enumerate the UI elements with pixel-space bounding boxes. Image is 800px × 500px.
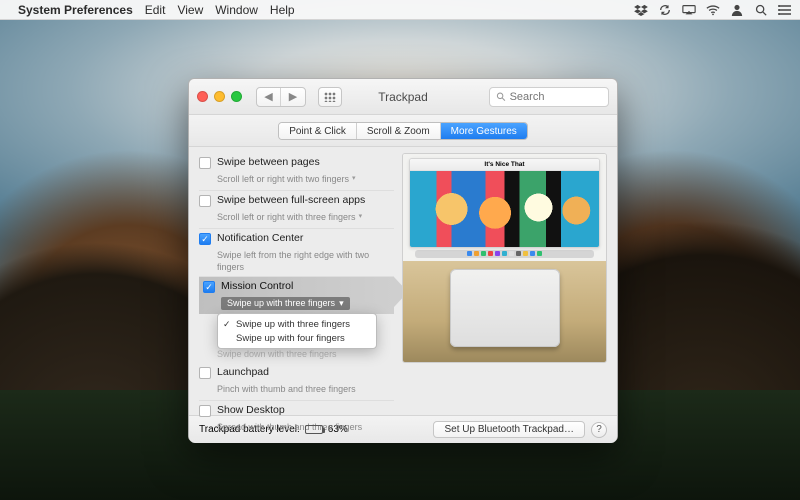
option-launchpad: Launchpad Pinch with thumb and three fin…: [199, 363, 394, 401]
option-title: Mission Control: [221, 280, 390, 293]
menu-item-four-fingers[interactable]: Swipe up with four fingers: [218, 331, 376, 345]
checkbox-mission-control[interactable]: ✓: [203, 281, 215, 293]
checkbox-launchpad[interactable]: [199, 367, 211, 379]
tab-more-gestures[interactable]: More Gestures: [441, 123, 527, 139]
checkbox-show-desktop[interactable]: [199, 405, 211, 417]
menu-edit[interactable]: Edit: [145, 3, 166, 17]
mission-control-dropdown[interactable]: Swipe up with three fingers▾: [221, 297, 350, 310]
search-icon: [496, 91, 506, 102]
option-title: Launchpad: [217, 366, 394, 379]
preview-trackpad: [450, 269, 560, 347]
notification-center-icon[interactable]: [778, 4, 792, 16]
option-show-desktop: Show Desktop Spread with thumb and three…: [199, 401, 394, 438]
gesture-preview: It's Nice That: [402, 153, 607, 409]
minimize-button[interactable]: [214, 91, 225, 102]
chevron-down-icon: ▾: [359, 211, 363, 223]
gesture-options: Swipe between pages Scroll left or right…: [199, 153, 394, 409]
option-notification-center: ✓ Notification Center Swipe left from th…: [199, 229, 394, 277]
chevron-down-icon: ▾: [339, 298, 344, 309]
nav-segment: ◀ ▶: [256, 87, 306, 107]
search-input[interactable]: [510, 91, 602, 103]
setup-bluetooth-trackpad-button[interactable]: Set Up Bluetooth Trackpad…: [433, 421, 585, 438]
option-title: Swipe between pages: [217, 156, 394, 169]
menu-help[interactable]: Help: [270, 3, 295, 17]
option-mission-control: ✓ Mission Control Swipe up with three fi…: [199, 277, 394, 314]
checkbox-swipe-between-pages[interactable]: [199, 157, 211, 169]
battery-icon: [305, 425, 323, 434]
sync-icon[interactable]: [658, 4, 672, 16]
user-icon[interactable]: [730, 4, 744, 16]
help-button[interactable]: ?: [591, 422, 607, 438]
prefs-window: ◀ ▶ Trackpad Point & Click Scroll & Zoom…: [188, 78, 618, 442]
tabs: Point & Click Scroll & Zoom More Gesture…: [278, 122, 528, 140]
option-title: Notification Center: [217, 232, 394, 245]
desktop-background: System Preferences Edit View Window Help: [0, 0, 800, 500]
checkbox-notification-center[interactable]: ✓: [199, 233, 211, 245]
spotlight-icon[interactable]: [754, 4, 768, 16]
option-swipe-between-apps: Swipe between full-screen apps Scroll le…: [199, 191, 394, 229]
search-field[interactable]: [489, 87, 609, 107]
menu-window[interactable]: Window: [215, 3, 258, 17]
preview-dock: [415, 250, 594, 258]
wifi-icon[interactable]: [706, 4, 720, 16]
tab-point-click[interactable]: Point & Click: [279, 123, 357, 139]
obscured-option-hint: Swipe down with three fingers: [217, 349, 394, 359]
menubar: System Preferences Edit View Window Help: [0, 0, 800, 20]
airplay-icon[interactable]: [682, 4, 696, 16]
menubar-app-title[interactable]: System Preferences: [18, 3, 133, 17]
titlebar[interactable]: ◀ ▶ Trackpad: [189, 79, 617, 115]
preview-window-title: It's Nice That: [410, 159, 599, 171]
close-button[interactable]: [197, 91, 208, 102]
dropbox-icon[interactable]: [634, 4, 648, 16]
option-title: Show Desktop: [217, 404, 394, 417]
tab-scroll-zoom[interactable]: Scroll & Zoom: [357, 123, 441, 139]
mission-control-menu: Swipe up with three fingers Swipe up wit…: [217, 313, 377, 349]
menu-view[interactable]: View: [177, 3, 203, 17]
show-all-button[interactable]: [318, 87, 342, 107]
forward-button[interactable]: ▶: [281, 88, 305, 106]
option-swipe-between-pages: Swipe between pages Scroll left or right…: [199, 153, 394, 191]
menu-item-three-fingers[interactable]: Swipe up with three fingers: [218, 317, 376, 331]
preview-window: It's Nice That: [409, 158, 600, 248]
option-sub: Pinch with thumb and three fingers: [217, 383, 356, 395]
option-sub: Spread with thumb and three fingers: [217, 421, 362, 433]
zoom-button[interactable]: [231, 91, 242, 102]
option-title: Swipe between full-screen apps: [217, 194, 394, 207]
chevron-down-icon: ▾: [352, 173, 356, 185]
option-sub[interactable]: Scroll left or right with three fingers▾: [217, 211, 362, 223]
preview-artwork: [410, 171, 599, 247]
checkbox-swipe-between-apps[interactable]: [199, 195, 211, 207]
option-sub[interactable]: Scroll left or right with two fingers▾: [217, 173, 356, 185]
back-button[interactable]: ◀: [257, 88, 281, 106]
option-sub: Swipe left from the right edge with two …: [217, 249, 394, 273]
